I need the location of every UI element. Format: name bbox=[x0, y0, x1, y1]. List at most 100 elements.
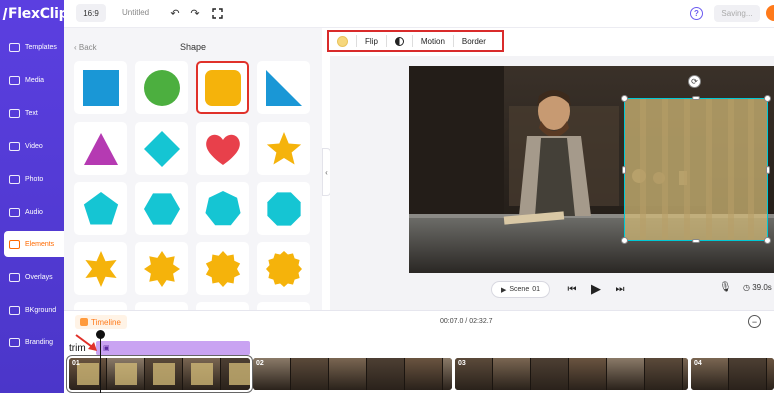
sidebar-item-label: Media bbox=[25, 76, 45, 84]
shape-octagon[interactable] bbox=[257, 182, 310, 235]
shape-circle[interactable] bbox=[135, 61, 188, 114]
shape-square[interactable] bbox=[74, 61, 127, 114]
shape-star-5[interactable] bbox=[257, 122, 310, 175]
resize-handle-left[interactable] bbox=[622, 166, 626, 174]
resize-handle-bottom-left[interactable] bbox=[621, 237, 628, 244]
flip-button[interactable]: Flip bbox=[357, 32, 386, 50]
shape-rounded-square[interactable] bbox=[196, 61, 249, 114]
scene-label: Scene bbox=[509, 286, 530, 293]
shape-panel: ‹ Back Shape bbox=[64, 28, 322, 310]
sidebar-item-bkground[interactable]: BKground bbox=[0, 297, 64, 323]
undo-icon[interactable]: ↶ bbox=[168, 6, 182, 20]
star-12-icon bbox=[265, 250, 302, 287]
shape-pentagon[interactable] bbox=[74, 182, 127, 235]
timeline-time: 00:07.0 / 02:32.7 bbox=[440, 318, 493, 325]
timeline-clip[interactable]: 03 bbox=[455, 358, 688, 390]
shape-star-12[interactable] bbox=[257, 242, 310, 295]
shape-cell-partial[interactable] bbox=[135, 302, 188, 310]
resize-handle-top-left[interactable] bbox=[621, 95, 628, 102]
sidebar-item-video[interactable]: Video bbox=[0, 133, 64, 159]
resize-handle-top[interactable] bbox=[692, 96, 700, 100]
shape-cell-partial[interactable] bbox=[74, 302, 127, 310]
selected-shape-overlay[interactable] bbox=[624, 98, 768, 241]
sidebar-item-templates[interactable]: Templates bbox=[0, 34, 64, 60]
shape-cell-partial[interactable] bbox=[257, 302, 310, 310]
sidebar-item-branding[interactable]: Branding bbox=[0, 329, 64, 355]
shape-heart[interactable] bbox=[196, 122, 249, 175]
shape-cell-partial[interactable] bbox=[196, 302, 249, 310]
help-icon[interactable]: ? bbox=[690, 7, 703, 20]
shape-heptagon[interactable] bbox=[196, 182, 249, 235]
playhead[interactable] bbox=[100, 333, 101, 393]
video-icon bbox=[9, 141, 20, 151]
shape-right-triangle[interactable] bbox=[257, 61, 310, 114]
timeline-toggle[interactable]: Timeline bbox=[75, 315, 127, 329]
clip-thumbnail bbox=[607, 358, 645, 390]
clip-thumbnail bbox=[443, 358, 452, 390]
clip-thumbnail bbox=[767, 358, 774, 390]
previous-scene-icon[interactable]: ⏮ bbox=[565, 282, 579, 296]
clip-thumbnail bbox=[367, 358, 405, 390]
timeline-clip[interactable]: 02 bbox=[253, 358, 452, 390]
sidebar-item-media[interactable]: Media bbox=[0, 67, 64, 93]
avatar[interactable] bbox=[766, 5, 774, 21]
clip-thumbnail bbox=[729, 358, 767, 390]
flexclip-editor: FlexClip Templates Media Text Video Photo Aud… bbox=[0, 0, 774, 393]
color-picker-button[interactable] bbox=[329, 32, 356, 50]
right-triangle-icon bbox=[265, 69, 302, 106]
aspect-ratio-button[interactable]: 16:9 bbox=[76, 4, 106, 22]
sidebar-item-photo[interactable]: Photo bbox=[0, 166, 64, 192]
sidebar-item-audio[interactable]: Audio bbox=[0, 199, 64, 225]
microphone-icon[interactable]: 🎙 bbox=[719, 282, 732, 293]
zoom-out-icon[interactable]: − bbox=[748, 315, 761, 328]
media-icon bbox=[9, 75, 20, 85]
element-track-icon: ▣ bbox=[103, 345, 110, 352]
timeline-clip[interactable]: 01 bbox=[67, 356, 252, 392]
star-10-icon bbox=[205, 250, 240, 287]
fullscreen-icon[interactable] bbox=[210, 6, 224, 20]
element-toolbar: Flip Motion Border bbox=[327, 30, 504, 52]
resize-handle-top-right[interactable] bbox=[764, 95, 771, 102]
opacity-button[interactable] bbox=[387, 32, 412, 50]
photo-icon bbox=[9, 174, 20, 184]
shape-star-8[interactable] bbox=[135, 242, 188, 295]
scene-play-button[interactable]: ▶ Scene 01 bbox=[491, 281, 550, 298]
shape-overlay-thumbnail bbox=[191, 363, 213, 385]
resize-handle-bottom-right[interactable] bbox=[764, 237, 771, 244]
sidebar-item-label: Audio bbox=[25, 208, 43, 216]
heart-icon bbox=[205, 134, 240, 165]
motion-button[interactable]: Motion bbox=[413, 32, 453, 50]
shape-diamond[interactable] bbox=[135, 122, 188, 175]
border-button[interactable]: Border bbox=[454, 32, 494, 50]
clip-number: 03 bbox=[458, 360, 466, 367]
hexagon-icon bbox=[143, 192, 180, 225]
project-title[interactable]: Untitled bbox=[122, 8, 149, 17]
element-track[interactable]: ▣ bbox=[96, 341, 250, 355]
sidebar-item-elements[interactable]: Elements bbox=[4, 231, 64, 257]
timeline-clip[interactable]: 04 bbox=[691, 358, 774, 390]
shape-triangle[interactable] bbox=[74, 122, 127, 175]
play-icon[interactable]: ▶ bbox=[589, 282, 603, 297]
octagon-icon bbox=[266, 191, 301, 226]
clip-number: 02 bbox=[256, 360, 264, 367]
sidebar-item-overlays[interactable]: Overlays bbox=[0, 264, 64, 290]
resize-handle-right[interactable] bbox=[766, 166, 770, 174]
shape-star-6[interactable] bbox=[74, 242, 127, 295]
shape-overlay-thumbnail bbox=[229, 363, 250, 385]
next-scene-icon[interactable]: ⏭ bbox=[613, 282, 627, 296]
shape-overlay-thumbnail bbox=[153, 363, 175, 385]
redo-icon[interactable]: ↷ bbox=[188, 6, 202, 20]
shape-star-10[interactable] bbox=[196, 242, 249, 295]
flexclip-logo[interactable]: FlexClip bbox=[2, 4, 69, 24]
saving-button[interactable]: Saving... bbox=[714, 5, 760, 22]
sidebar-item-text[interactable]: Text bbox=[0, 100, 64, 126]
timeline-label: Timeline bbox=[91, 317, 121, 327]
logo-mark-icon bbox=[2, 8, 8, 20]
resize-handle-bottom[interactable] bbox=[692, 239, 700, 243]
play-small-icon: ▶ bbox=[500, 286, 507, 294]
rotate-icon[interactable]: ⟳ bbox=[688, 75, 701, 88]
clip-number: 01 bbox=[72, 360, 80, 367]
star-6-icon bbox=[84, 250, 117, 287]
pentagon-icon bbox=[83, 191, 118, 225]
shape-hexagon[interactable] bbox=[135, 182, 188, 235]
